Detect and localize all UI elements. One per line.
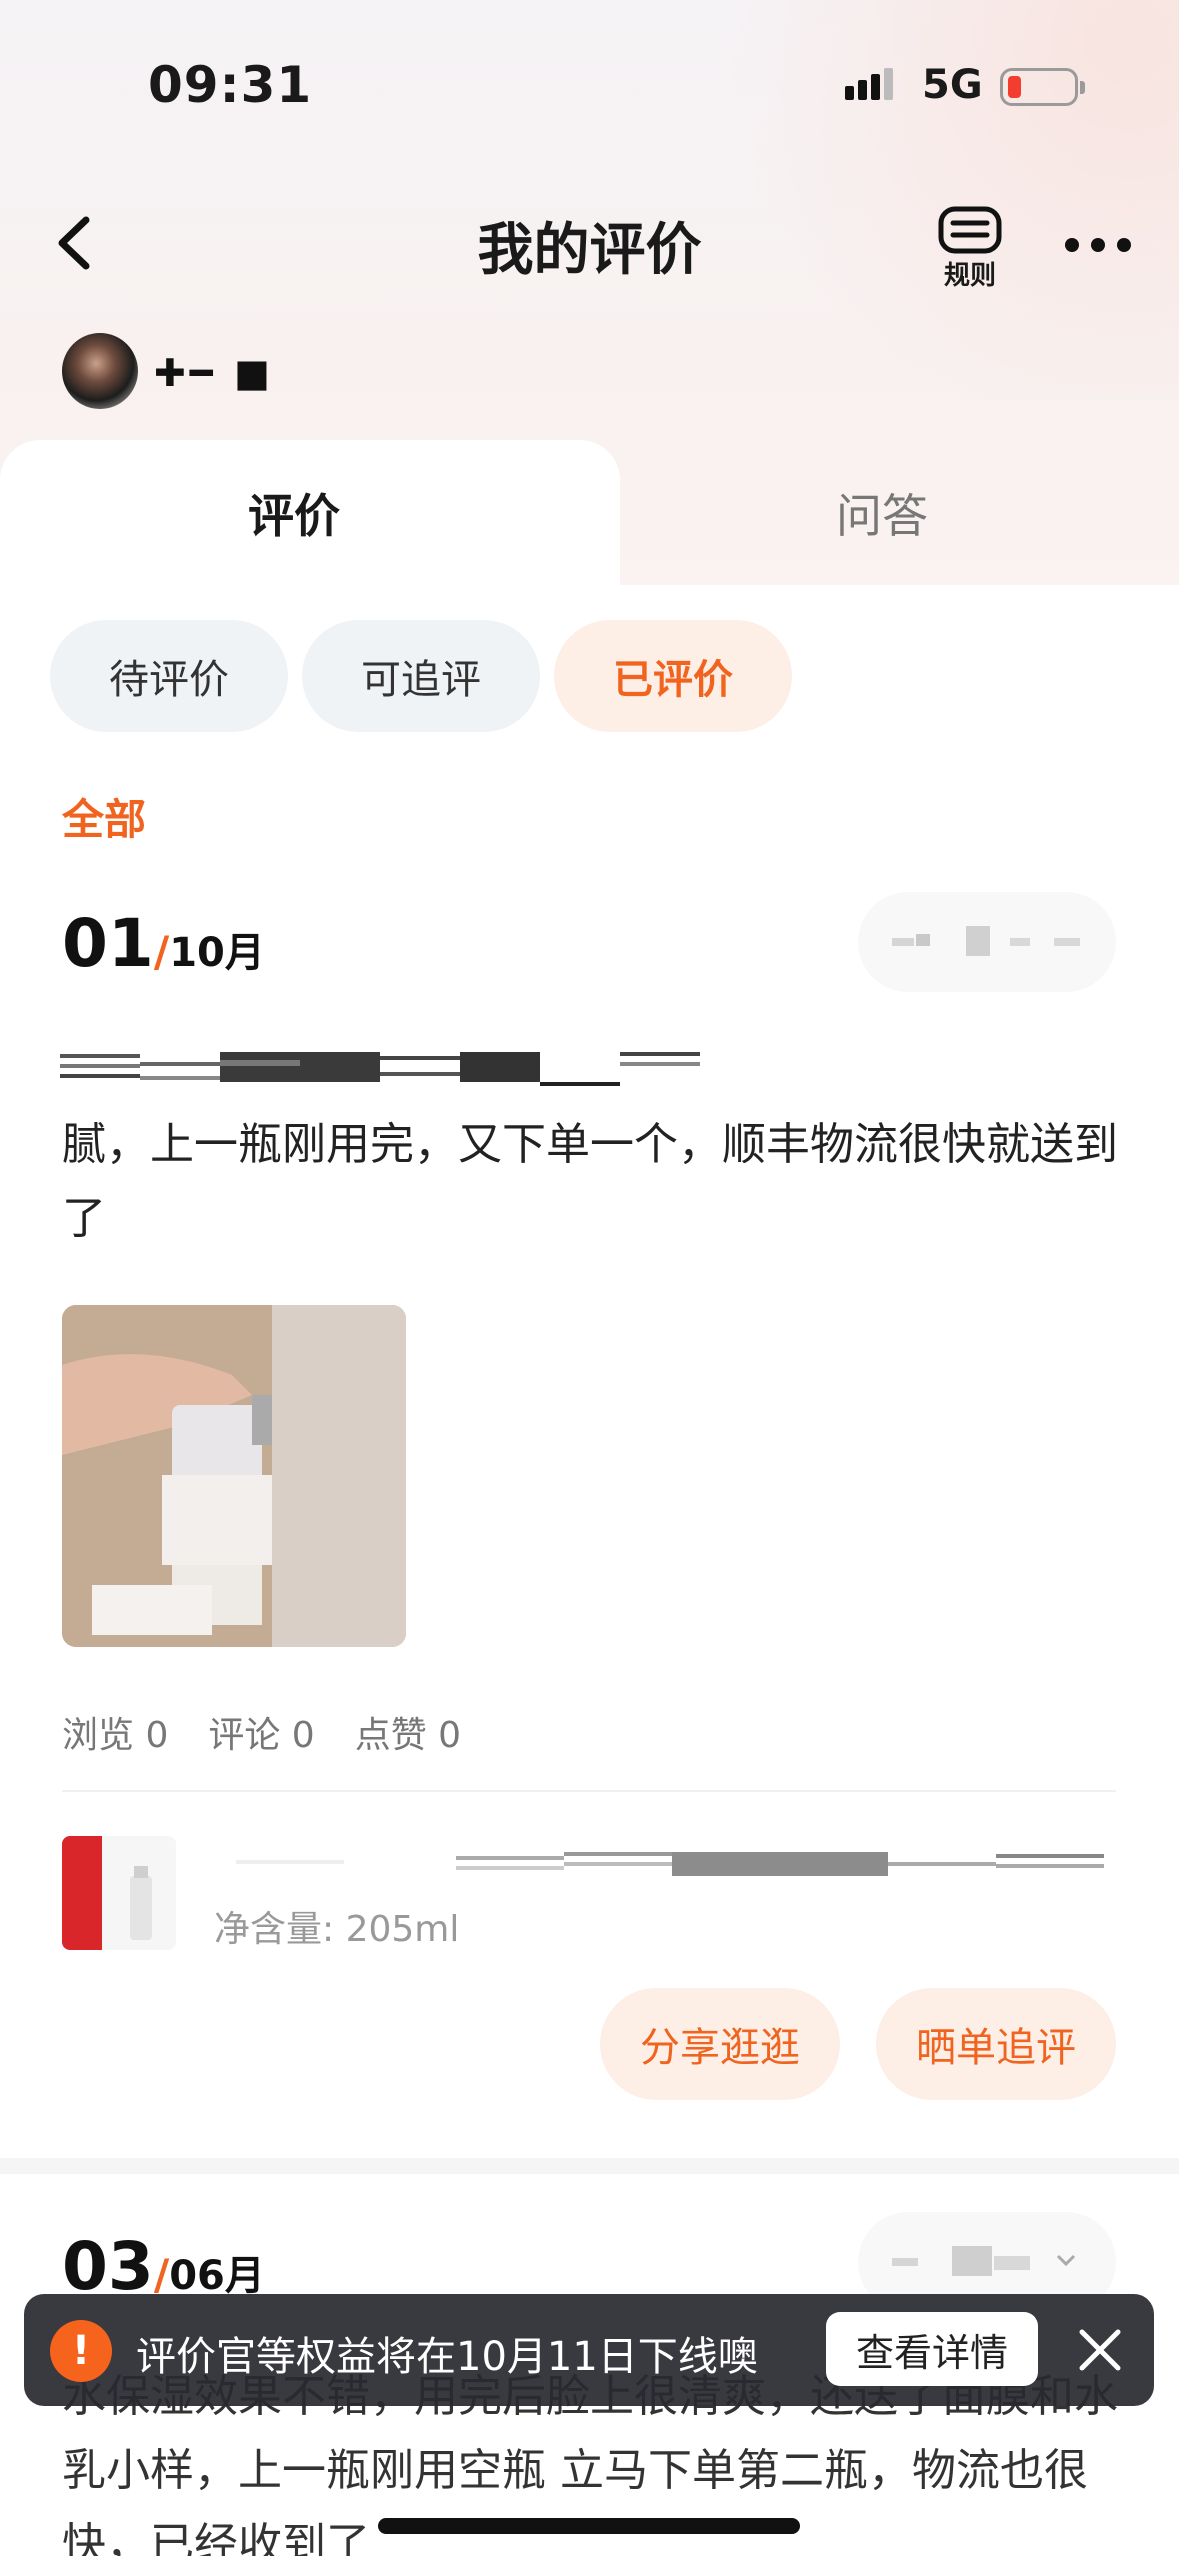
more-icon[interactable]: [1062, 225, 1134, 265]
views-count: 浏览 0: [62, 1715, 169, 1756]
filter-pending[interactable]: 待评价: [50, 620, 288, 732]
status-time: 09:31: [148, 56, 313, 114]
rules-label: 规则: [943, 261, 996, 291]
review-month: 10月: [169, 930, 265, 976]
section-all-label[interactable]: 全部: [62, 786, 146, 847]
rules-button[interactable]: 规则: [935, 205, 1005, 291]
review-month: 06月: [169, 2253, 265, 2299]
rules-icon: [938, 206, 1002, 254]
filter-reviewed[interactable]: 已评价: [554, 620, 792, 732]
status-bar: 09:31 5G: [0, 0, 1179, 170]
product-thumbnail[interactable]: [62, 1836, 176, 1950]
warning-icon: !: [50, 2320, 112, 2382]
product-photo-illustration: [62, 1305, 406, 1647]
product-spec: 净含量: 205ml: [214, 1909, 460, 1950]
date-separator: /: [153, 2250, 170, 2299]
date-separator: /: [153, 927, 170, 976]
review-text: 腻，上一瓶刚用完，又下单一个，顺丰物流很快就送到了: [62, 1119, 1118, 1244]
avatar[interactable]: [62, 333, 138, 409]
comments-count: 评论 0: [208, 1715, 315, 1756]
notice-toast: ! 评价官等权益将在10月11日下线噢 查看详情: [24, 2294, 1154, 2406]
review-date: 01/10月: [62, 905, 265, 985]
tab-reviews[interactable]: 评价: [248, 480, 340, 546]
review-rating-pill[interactable]: [858, 892, 1116, 992]
notice-message: 评价官等权益将在10月11日下线噢: [136, 2334, 758, 2380]
network-type: 5G: [922, 62, 983, 108]
close-icon[interactable]: [1074, 2324, 1126, 2376]
share-button[interactable]: 分享逛逛: [600, 1988, 840, 2100]
review-stats: 浏览 0 评论 0 点赞 0: [62, 1706, 501, 1758]
likes-count: 点赞 0: [354, 1715, 462, 1756]
signal-icon: [845, 68, 893, 100]
review-photo[interactable]: [62, 1305, 406, 1647]
redacted-review-text: [60, 1052, 700, 1086]
follow-up-review-button[interactable]: 晒单追评: [876, 1988, 1116, 2100]
divider: [62, 1790, 1116, 1792]
review-day: 01: [62, 905, 154, 982]
section-divider: [0, 2158, 1179, 2174]
redacted-rating: [892, 926, 1080, 956]
home-indicator[interactable]: [378, 2518, 800, 2534]
battery-icon: [1000, 68, 1085, 106]
tab-bar: 评价 问答: [0, 440, 1179, 590]
product-thumbnail-image: [62, 1836, 176, 1950]
filter-can-follow-up[interactable]: 可追评: [302, 620, 540, 732]
view-details-button[interactable]: 查看详情: [826, 2312, 1038, 2386]
tab-qa[interactable]: 问答: [836, 480, 928, 546]
username: ✚━ ■: [154, 351, 274, 395]
redacted-product-title: [236, 1852, 1104, 1876]
